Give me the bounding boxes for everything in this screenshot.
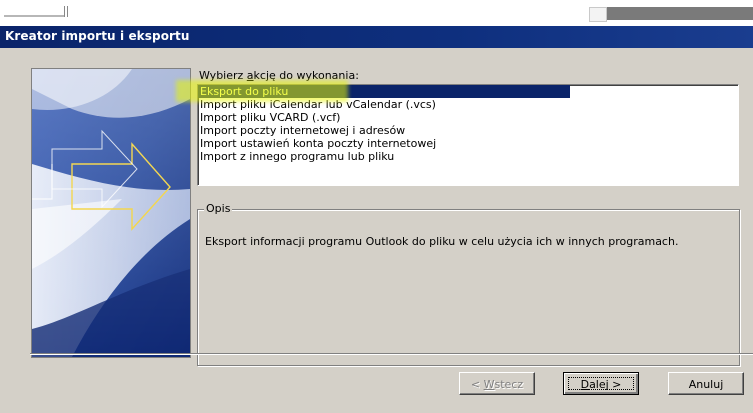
background-line: [4, 15, 64, 17]
separator-line: [30, 353, 753, 355]
list-item-import-vcard[interactable]: Import pliku VCARD (.vcf): [198, 111, 738, 124]
list-item-export-to-file[interactable]: Eksport do pliku: [176, 80, 570, 102]
dialog-title: Kreator importu i eksportu: [5, 29, 190, 43]
wizard-banner-image: [31, 68, 191, 358]
list-item-label: Eksport do pliku: [200, 85, 289, 98]
prompt-text: Wybierz: [199, 69, 247, 82]
list-item-import-account-settings[interactable]: Import ustawień konta poczty internetowe…: [198, 137, 738, 150]
prompt-accelerator: a: [246, 69, 254, 82]
background-scrollbar: [607, 7, 753, 20]
list-item-import-icalendar[interactable]: Import pliku iCalendar lub vCalendar (.v…: [198, 98, 738, 111]
list-item-import-internet-mail[interactable]: Import poczty internetowej i adresów: [198, 124, 738, 137]
import-export-wizard-dialog: Kreator importu i eksportu Wybierz akcję…: [0, 25, 753, 413]
background-divider: [64, 6, 65, 17]
button-label: stecz: [494, 378, 524, 391]
background-divider: [67, 6, 68, 17]
background-window: [0, 0, 753, 22]
button-label: Anuluj: [688, 378, 724, 391]
description-text: Eksport informacji programu Outlook do p…: [205, 235, 679, 248]
arrow-graphic-icon: [32, 69, 190, 357]
list-item-import-other-program[interactable]: Import z innego programu lub pliku: [198, 150, 738, 163]
prompt-text: kcję do wykonania:: [253, 69, 359, 82]
button-label: <: [470, 378, 484, 391]
focus-rectangle: [568, 377, 634, 390]
dialog-titlebar[interactable]: Kreator importu i eksportu: [0, 26, 753, 48]
button-accelerator: W: [483, 378, 495, 391]
cancel-button[interactable]: Anuluj: [668, 372, 744, 395]
background-scroll-box: [589, 7, 607, 22]
action-prompt-label: Wybierz akcję do wykonania:: [199, 69, 359, 82]
action-listbox[interactable]: Eksport do pliku Import pliku iCalendar …: [176, 80, 739, 186]
next-button[interactable]: Dalej >: [563, 372, 639, 395]
description-label: Opis: [204, 202, 233, 215]
back-button[interactable]: < Wstecz: [459, 372, 535, 395]
description-group: Opis Eksport informacji programu Outlook…: [197, 202, 740, 366]
